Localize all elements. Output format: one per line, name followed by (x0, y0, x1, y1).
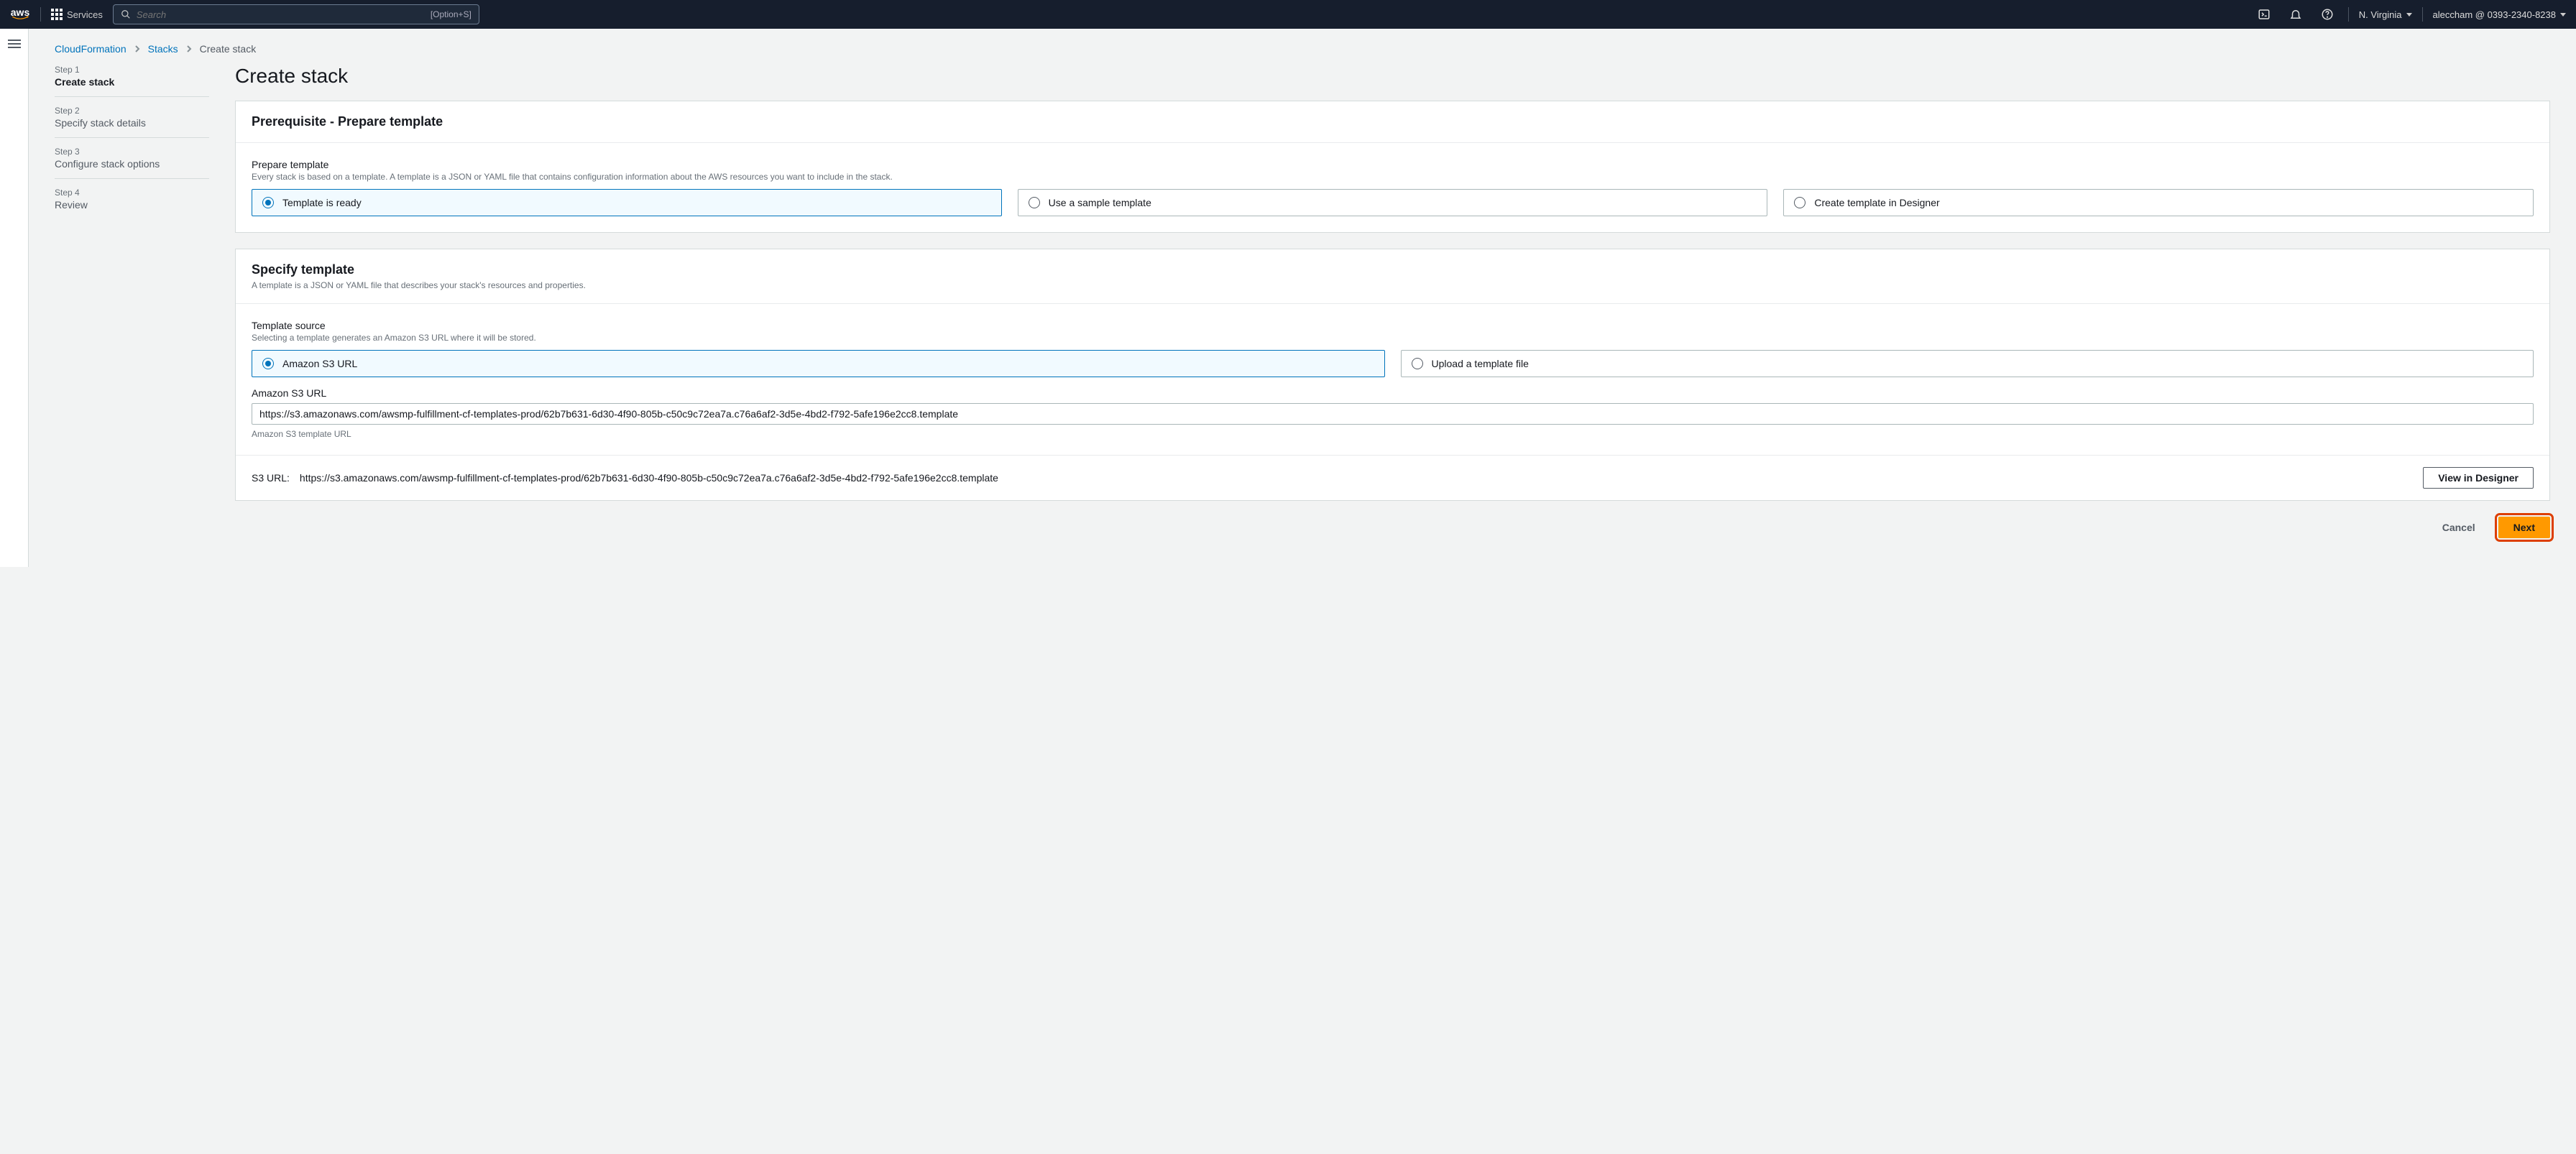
services-label: Services (67, 9, 103, 20)
radio-label: Amazon S3 URL (282, 358, 357, 369)
search-shortcut-hint: [Option+S] (431, 9, 472, 19)
s3-url-display: S3 URL: https://s3.amazonaws.com/awsmp-f… (252, 472, 998, 484)
step-number: Step 3 (55, 147, 209, 157)
wizard-step-1[interactable]: Step 1 Create stack (55, 65, 209, 96)
panel-heading: Specify template (252, 262, 2534, 277)
input-hint: Amazon S3 template URL (252, 429, 2534, 439)
top-navbar: aws Services [Option+S] N. Virginia alec… (0, 0, 2576, 29)
step-title: Create stack (55, 76, 209, 88)
aws-logo-text: aws (11, 9, 29, 16)
chevron-right-icon (134, 43, 141, 55)
field-label-s3-url: Amazon S3 URL (252, 387, 2534, 399)
cancel-button[interactable]: Cancel (2428, 517, 2490, 538)
step-number: Step 2 (55, 106, 209, 116)
panel-subheading: A template is a JSON or YAML file that d… (252, 280, 2534, 290)
radio-label: Upload a template file (1432, 358, 1529, 369)
search-input[interactable] (137, 9, 425, 20)
search-box[interactable]: [Option+S] (113, 4, 479, 24)
radio-icon (1029, 197, 1040, 208)
wizard-step-3[interactable]: Step 3 Configure stack options (55, 137, 209, 178)
collapsed-side-nav (0, 29, 29, 567)
radio-label: Create template in Designer (1814, 197, 1939, 208)
panel-prerequisite: Prerequisite - Prepare template Prepare … (235, 101, 2550, 233)
chevron-right-icon (185, 43, 193, 55)
radio-icon (1412, 358, 1423, 369)
field-help: Every stack is based on a template. A te… (252, 172, 2534, 182)
radio-icon (262, 197, 274, 208)
aws-logo[interactable]: aws (10, 9, 30, 20)
region-selector[interactable]: N. Virginia (2359, 9, 2412, 20)
aws-smile-icon (10, 16, 30, 20)
radio-create-designer[interactable]: Create template in Designer (1783, 189, 2534, 216)
search-icon (121, 9, 131, 19)
radio-icon (1794, 197, 1806, 208)
account-label: aleccham @ 0393-2340-8238 (2433, 9, 2556, 20)
panel-heading: Prerequisite - Prepare template (252, 114, 2534, 129)
panel-specify-template: Specify template A template is a JSON or… (235, 249, 2550, 501)
cloudshell-icon[interactable] (2253, 8, 2275, 21)
radio-template-ready[interactable]: Template is ready (252, 189, 1002, 216)
s3-url-value: https://s3.amazonaws.com/awsmp-fulfillme… (300, 472, 998, 484)
radio-upload-file[interactable]: Upload a template file (1401, 350, 2534, 377)
breadcrumb: CloudFormation Stacks Create stack (55, 43, 2550, 55)
wizard-step-4[interactable]: Step 4 Review (55, 178, 209, 219)
radio-label: Template is ready (282, 197, 362, 208)
field-label-prepare-template: Prepare template (252, 159, 2534, 170)
caret-down-icon (2560, 13, 2566, 17)
field-label-template-source: Template source (252, 320, 2534, 331)
next-button[interactable]: Next (2498, 517, 2550, 538)
caret-down-icon (2406, 13, 2412, 17)
s3-url-prefix: S3 URL: (252, 472, 290, 484)
wizard-step-2[interactable]: Step 2 Specify stack details (55, 96, 209, 137)
step-title: Specify stack details (55, 117, 209, 129)
breadcrumb-link-cloudformation[interactable]: CloudFormation (55, 43, 126, 55)
radio-icon (262, 358, 274, 369)
radio-sample-template[interactable]: Use a sample template (1018, 189, 1768, 216)
breadcrumb-link-stacks[interactable]: Stacks (148, 43, 178, 55)
grid-icon (51, 9, 63, 20)
step-title: Review (55, 199, 209, 211)
step-number: Step 1 (55, 65, 209, 75)
step-number: Step 4 (55, 188, 209, 198)
s3-url-input[interactable] (252, 403, 2534, 425)
field-help: Selecting a template generates an Amazon… (252, 333, 2534, 343)
account-menu[interactable]: aleccham @ 0393-2340-8238 (2433, 9, 2566, 20)
nav-separator (2422, 7, 2423, 22)
region-label: N. Virginia (2359, 9, 2402, 20)
step-title: Configure stack options (55, 158, 209, 170)
radio-s3-url[interactable]: Amazon S3 URL (252, 350, 1385, 377)
radio-label: Use a sample template (1049, 197, 1151, 208)
services-menu-button[interactable]: Services (51, 9, 103, 20)
help-icon[interactable] (2317, 8, 2338, 21)
wizard-steps: Step 1 Create stack Step 2 Specify stack… (55, 65, 209, 538)
nav-separator (2348, 7, 2349, 22)
breadcrumb-current: Create stack (200, 43, 257, 55)
notifications-icon[interactable] (2285, 8, 2306, 21)
nav-separator (40, 7, 41, 22)
page-title: Create stack (235, 65, 2550, 88)
view-in-designer-button[interactable]: View in Designer (2423, 467, 2534, 489)
hamburger-icon[interactable] (8, 37, 21, 567)
